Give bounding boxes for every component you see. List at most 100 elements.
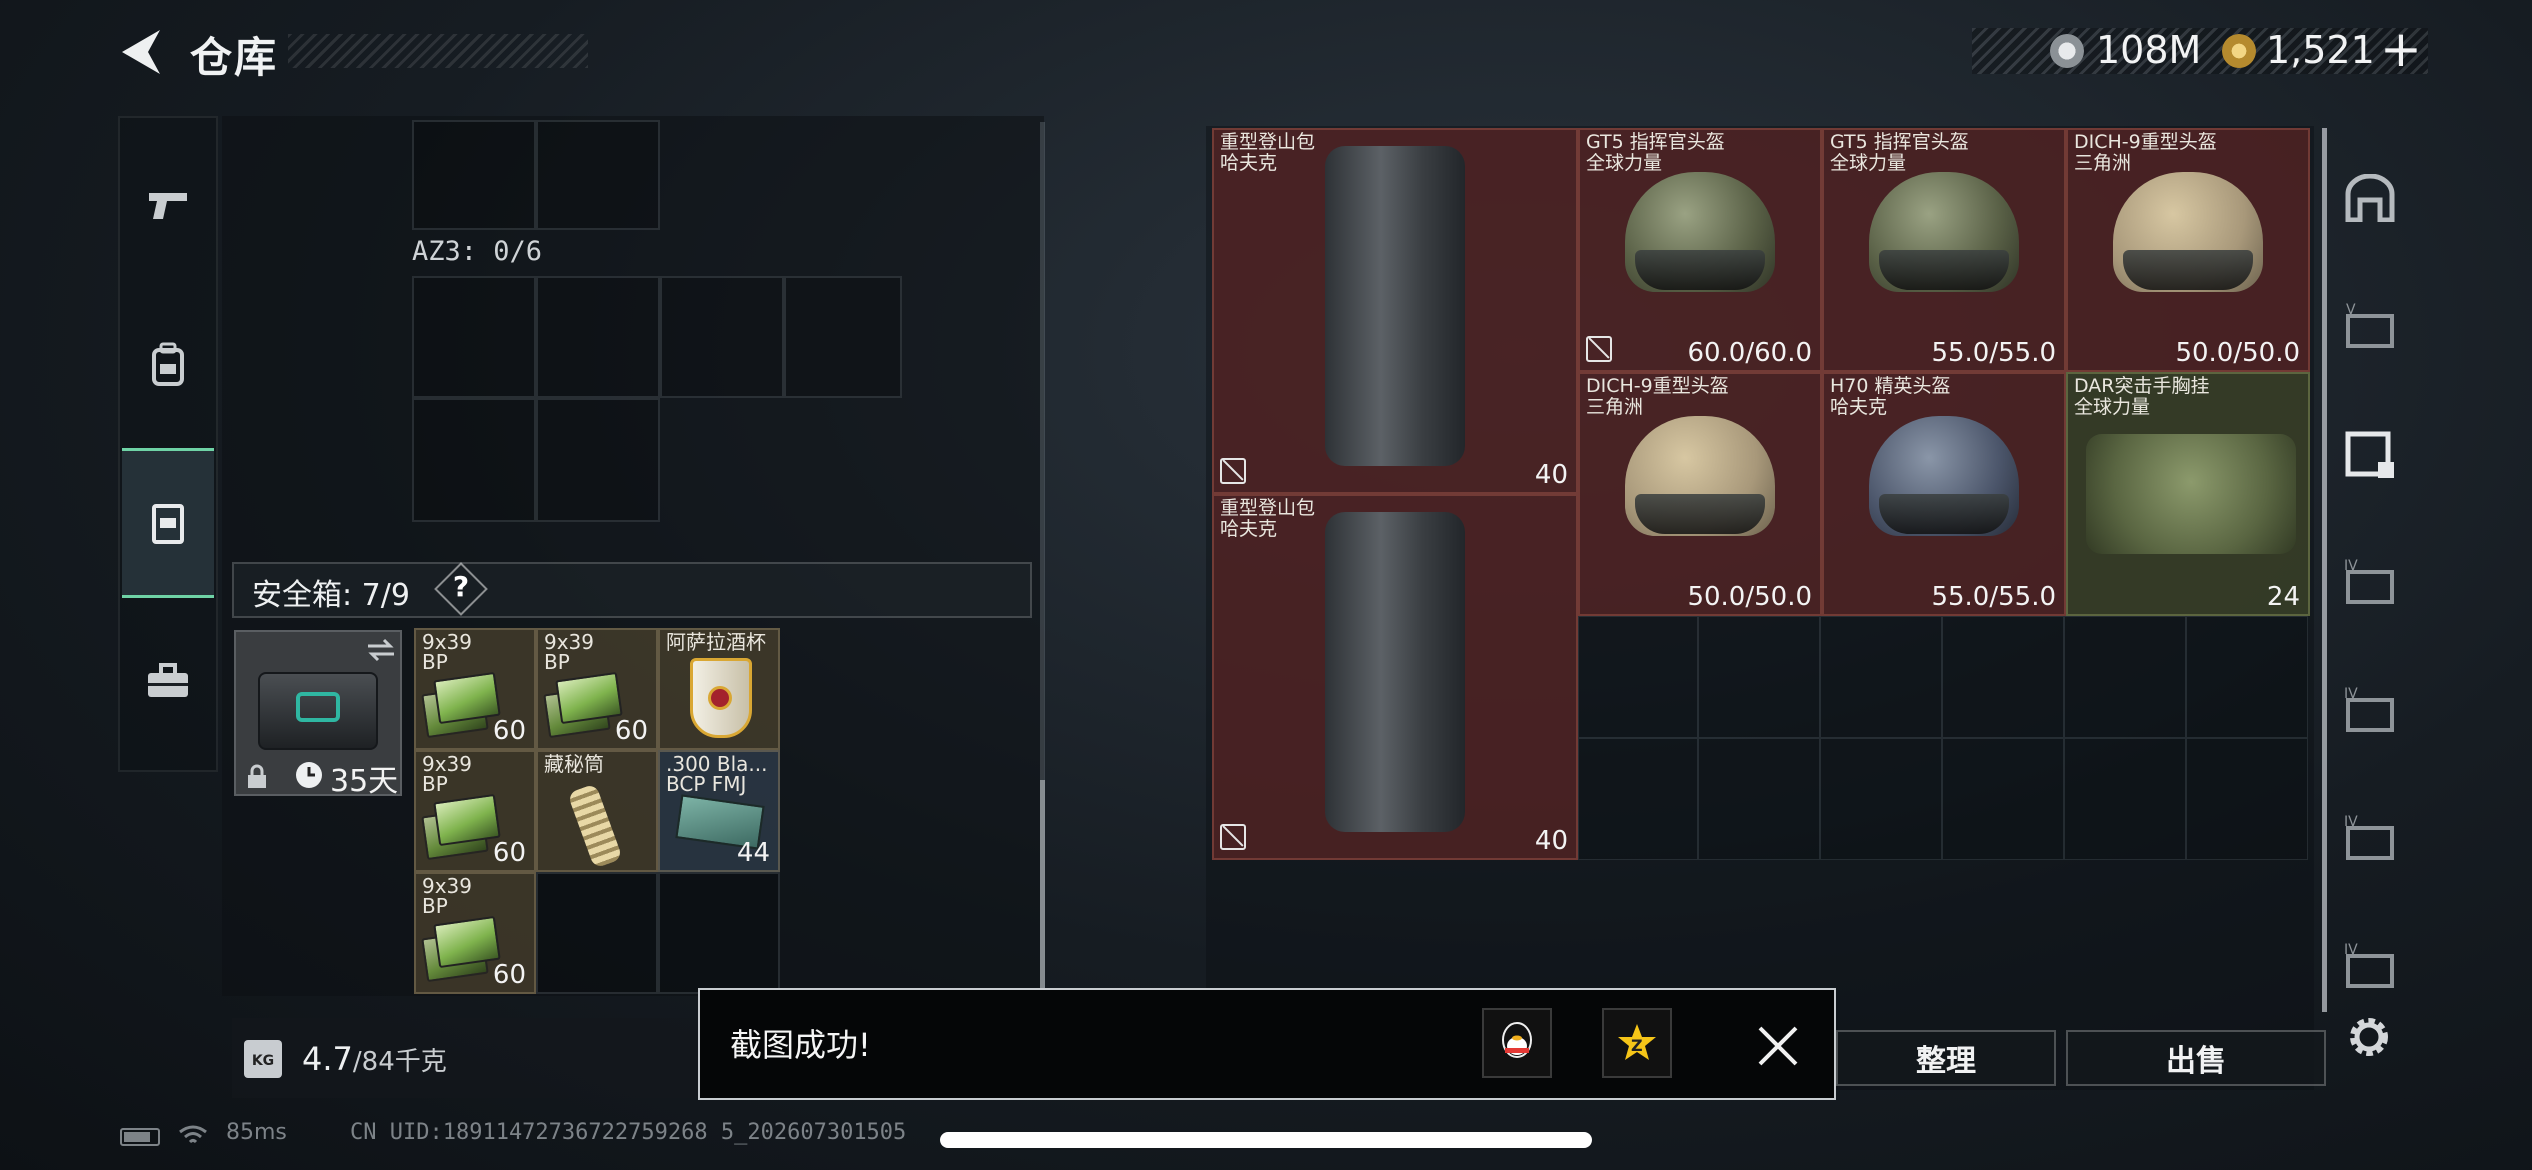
grid-cell[interactable] [1820,616,1942,738]
help-icon: ? [452,570,470,603]
tab-storage-iv-a[interactable]: IV [2330,518,2410,646]
rig-image [2086,434,2296,554]
item-name: H70 精英头盔 哈夫克 [1830,375,1951,418]
tab-storage-iv-c[interactable]: IV [2330,774,2410,902]
item-name: 9x39 BP [422,874,473,918]
tab-home[interactable] [2330,134,2410,262]
grid-cell[interactable] [660,276,784,398]
tab-storage-v[interactable]: V [2330,262,2410,390]
svg-text:IV: IV [2344,558,2358,574]
az3-label: AZ3: 0/6 [412,236,543,267]
clock-icon [296,762,322,788]
pistol-icon [149,193,187,219]
currency-silver-value: 108M [2096,28,2202,72]
visor-image [1879,250,2009,290]
item-durability: 50.0/50.0 [2175,338,2300,368]
sort-button[interactable]: 整理 [1836,1030,2056,1086]
inventory-item-helmet[interactable]: GT5 指挥官头盔 全球力量 55.0/55.0 [1822,128,2066,372]
item-capacity: 40 [1534,460,1568,490]
back-button[interactable] [118,26,164,78]
grid-cell[interactable] [412,276,536,398]
grid-cell[interactable] [1698,616,1820,738]
home-indicator[interactable] [940,1132,1592,1148]
close-button[interactable] [1750,1018,1806,1074]
nav-rig[interactable] [122,448,214,598]
svg-text:V: V [2346,302,2356,318]
star-icon: Z [1618,1024,1656,1060]
safebox-item-tube[interactable]: 藏秘筒 [536,750,658,872]
backpack-icon [152,342,184,386]
nav-backpack[interactable] [122,290,214,440]
no-insure-icon [1586,336,1612,362]
storage-iv-c-icon: IV [2344,814,2394,860]
grid-cell[interactable] [1578,616,1698,738]
item-name: 阿萨拉酒杯 [666,630,766,654]
grid-cell[interactable] [412,120,536,230]
grid-cell[interactable] [1942,616,2064,738]
item-durability: 50.0/50.0 [1687,582,1812,612]
user-uid: CN UID:18911472736722759268 5_2026073015… [350,1120,907,1145]
back-arrow-icon [122,30,160,74]
inventory-scroll-thumb[interactable] [2322,128,2327,1012]
safebox-item-cup[interactable]: 阿萨拉酒杯 [658,628,780,750]
rig-icon [152,504,184,544]
inventory-item-helmet[interactable]: DICH-9重型头盔 三角洲 50.0/50.0 [2066,128,2310,372]
grid-cell[interactable] [2064,738,2186,860]
grid-cell[interactable] [1578,738,1698,860]
item-capacity: 40 [1534,826,1568,856]
safebox-item-ammo[interactable]: 9x39 BP 60 [536,628,658,750]
inventory-item-helmet[interactable]: DICH-9重型头盔 三角洲 50.0/50.0 [1578,372,1822,616]
nav-weapons[interactable] [122,130,214,280]
grid-cell[interactable] [2186,738,2308,860]
tab-storage-iv-b[interactable]: IV [2330,646,2410,774]
storage-iv-d-icon: IV [2344,942,2394,988]
grid-cell[interactable] [536,276,660,398]
add-currency-button[interactable]: + [2380,20,2422,78]
tab-storage-iv-d[interactable]: IV [2330,902,2410,1030]
tab-storage-locked[interactable] [2330,390,2410,518]
nav-case[interactable] [122,606,214,756]
grid-cell[interactable] [536,872,658,994]
sell-button[interactable]: 出售 [2066,1030,2326,1086]
grid-cell[interactable] [536,120,660,230]
item-durability: 60.0/60.0 [1687,338,1812,368]
storage-v-icon: V [2346,302,2394,348]
inventory-item-rig[interactable]: DAR突击手胸挂 全球力量 24 [2066,372,2310,616]
inventory-item-helmet[interactable]: GT5 指挥官头盔 全球力量 60.0/60.0 [1578,128,1822,372]
stash-scroll-thumb[interactable] [1040,780,1045,990]
safebox-item-ammo[interactable]: 9x39 BP 60 [414,628,536,750]
safebox-item-ammo[interactable]: 9x39 BP 60 [414,750,536,872]
grid-cell[interactable] [784,276,902,398]
ammo-image [555,671,623,725]
grid-cell[interactable] [1820,738,1942,860]
inventory-item-backpack[interactable]: 重型登山包 哈夫克 40 [1212,128,1578,494]
safebox-item-ammo[interactable]: 9x39 BP 60 [414,872,536,994]
svg-text:Z: Z [1631,1036,1643,1055]
grid-cell[interactable] [658,872,780,994]
grid-cell[interactable] [2186,616,2308,738]
item-name: 藏秘筒 [544,752,604,776]
weight-icon: KG [244,1040,282,1078]
no-insure-icon [1220,458,1246,484]
grid-cell[interactable] [2064,616,2186,738]
grid-cell[interactable] [1942,738,2064,860]
share-qzone-button[interactable]: Z [1602,1008,1672,1078]
settings-button[interactable] [2344,1012,2394,1062]
weight-current: 4.7 [302,1040,353,1078]
grid-cell[interactable] [1698,738,1820,860]
inventory-item-backpack[interactable]: 重型登山包 哈夫克 40 [1212,494,1578,860]
battery-level [124,1132,150,1142]
lock-icon [248,764,266,788]
safebox-item-ammo[interactable]: .300 Bla... BCP FMJ 44 [658,750,780,872]
item-name: DICH-9重型头盔 三角洲 [1586,375,1729,418]
item-name: 9x39 BP [422,630,473,674]
tube-image [567,783,623,869]
item-count: 60 [492,716,526,746]
item-name: 9x39 BP [544,630,595,674]
share-qq-button[interactable] [1482,1008,1552,1078]
grid-cell[interactable] [536,398,660,522]
visor-image [2123,250,2253,290]
grid-cell[interactable] [412,398,536,522]
swap-icon [368,638,394,662]
inventory-item-helmet[interactable]: H70 精英头盔 哈夫克 55.0/55.0 [1822,372,2066,616]
